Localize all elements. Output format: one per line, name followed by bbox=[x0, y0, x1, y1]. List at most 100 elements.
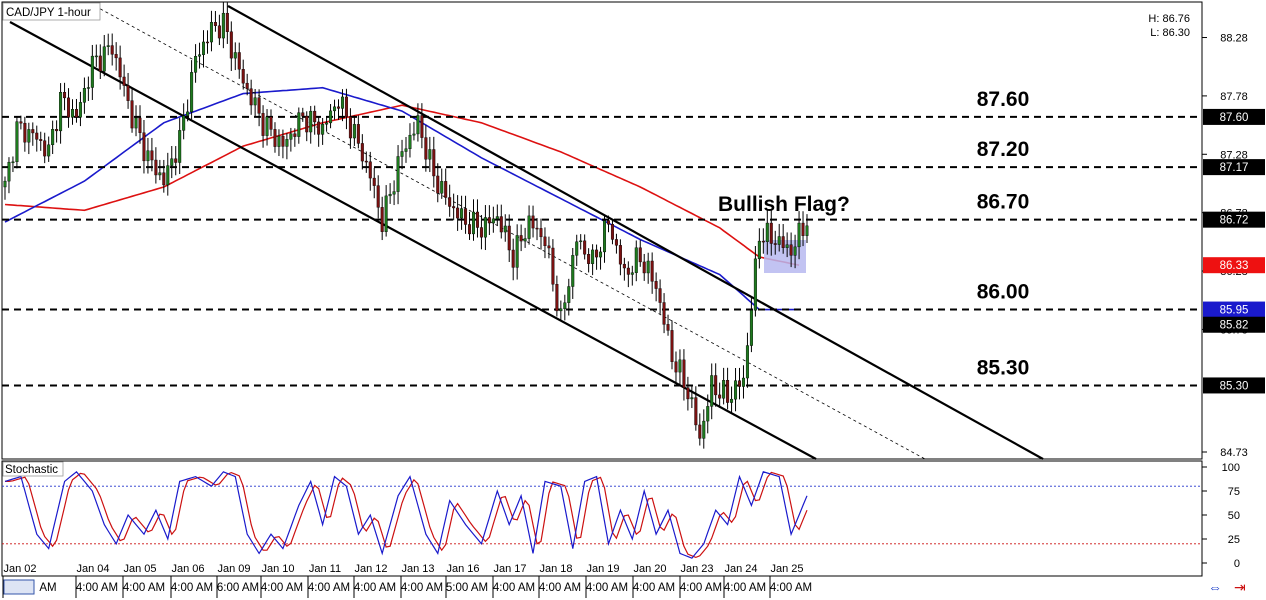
candle-body bbox=[805, 225, 809, 236]
price-tag-0-label: 86.33 bbox=[1220, 260, 1249, 272]
candle-body bbox=[146, 150, 150, 162]
candle-body bbox=[674, 361, 678, 373]
candle-body bbox=[666, 324, 670, 331]
candle-body bbox=[265, 116, 269, 136]
level-tag-0-label: 87.60 bbox=[1220, 112, 1249, 124]
candle-body bbox=[781, 236, 785, 248]
price-tick-label-6: 84.73 bbox=[1220, 447, 1248, 459]
candle-body bbox=[793, 246, 797, 256]
candle-body bbox=[205, 41, 209, 44]
scroll-left-icon[interactable] bbox=[3, 579, 35, 595]
x-date-label-5: Jan 10 bbox=[261, 563, 294, 575]
candle-body bbox=[285, 139, 289, 147]
x-date-label-1: Jan 04 bbox=[76, 563, 109, 575]
candle-body bbox=[39, 139, 43, 141]
candle-body bbox=[567, 286, 571, 303]
candle-body bbox=[261, 113, 265, 136]
candle-body bbox=[142, 132, 146, 162]
x-time-label-8: 4:00 AM bbox=[401, 582, 443, 594]
candle-body bbox=[333, 106, 337, 112]
candle-body bbox=[122, 76, 126, 86]
candle-body bbox=[356, 124, 360, 144]
candle-body bbox=[761, 240, 765, 243]
candle-body bbox=[19, 121, 23, 124]
x-date-label-10: Jan 17 bbox=[493, 563, 526, 575]
candle-body bbox=[102, 46, 106, 72]
candle-body bbox=[789, 244, 793, 256]
candle-body bbox=[43, 140, 47, 157]
candle-body bbox=[59, 92, 63, 132]
candle-body bbox=[483, 217, 487, 238]
candle-body bbox=[11, 161, 15, 164]
candle-body bbox=[547, 245, 551, 249]
candle-body bbox=[610, 223, 614, 240]
candle-body bbox=[730, 398, 734, 403]
candle-body bbox=[468, 224, 472, 235]
candle-body bbox=[408, 134, 412, 150]
candle-body bbox=[27, 129, 31, 143]
candle-body bbox=[428, 149, 432, 160]
scroll-right-icon[interactable]: ⇥ bbox=[1234, 579, 1246, 595]
candle-body bbox=[499, 216, 503, 233]
level-label-1: 87.20 bbox=[977, 138, 1030, 161]
candle-body bbox=[452, 206, 456, 209]
candle-body bbox=[630, 272, 634, 275]
candle-body bbox=[420, 115, 424, 138]
candle-body bbox=[213, 22, 217, 26]
candle-body bbox=[376, 185, 380, 208]
candle-body bbox=[186, 111, 190, 116]
candle-body bbox=[741, 377, 745, 387]
candle-body bbox=[198, 54, 202, 57]
candle-body bbox=[424, 137, 428, 160]
candle-body bbox=[487, 217, 491, 224]
candle-body bbox=[765, 222, 769, 242]
candle-body bbox=[475, 211, 479, 228]
candle-body bbox=[682, 359, 686, 388]
candle-body bbox=[31, 129, 35, 134]
candle-body bbox=[626, 267, 630, 275]
candle-body bbox=[309, 110, 313, 133]
candle-body bbox=[233, 52, 237, 59]
x-time-label-3: 4:00 AM bbox=[171, 582, 213, 594]
stoch-tick-label-2: 50 bbox=[1228, 510, 1240, 522]
x-date-label-11: Jan 18 bbox=[539, 563, 572, 575]
candle-body bbox=[491, 218, 495, 224]
candle-body bbox=[599, 251, 603, 258]
candle-body bbox=[448, 197, 452, 207]
x-time-label-12: 4:00 AM bbox=[586, 582, 628, 594]
candle-body bbox=[710, 375, 714, 407]
x-date-label-3: Jan 06 bbox=[171, 563, 204, 575]
stat-high: H: 86.76 bbox=[1148, 13, 1190, 25]
candle-body bbox=[86, 87, 90, 89]
candle-body bbox=[257, 97, 261, 114]
x-time-label-5: 4:00 AM bbox=[261, 582, 303, 594]
candle-body bbox=[94, 55, 98, 58]
candle-body bbox=[368, 161, 372, 179]
x-date-label-0: Jan 02 bbox=[3, 563, 36, 575]
candle-body bbox=[166, 165, 170, 186]
candle-body bbox=[114, 54, 118, 59]
candle-body bbox=[106, 45, 110, 47]
candle-body bbox=[305, 115, 309, 133]
candle-body bbox=[432, 149, 436, 177]
level-tag-1-label: 87.17 bbox=[1220, 162, 1249, 174]
candle-body bbox=[253, 97, 257, 106]
candle-body bbox=[194, 56, 198, 73]
candle-body bbox=[241, 69, 245, 84]
candle-body bbox=[237, 52, 241, 70]
x-time-label-14: 4:00 AM bbox=[680, 582, 722, 594]
candle-body bbox=[82, 88, 86, 103]
x-date-label-4: Jan 09 bbox=[217, 563, 250, 575]
candle-body bbox=[35, 132, 39, 140]
chart-link-icon[interactable]: ⇔ bbox=[1208, 579, 1222, 595]
candle-body bbox=[269, 116, 273, 130]
candle-body bbox=[515, 235, 519, 268]
candle-body bbox=[749, 309, 753, 346]
x-time-label-2: 4:00 AM bbox=[123, 582, 165, 594]
candle-body bbox=[364, 160, 368, 163]
candle-body bbox=[209, 22, 213, 43]
candle-body bbox=[464, 208, 468, 225]
candle-body bbox=[471, 211, 475, 235]
candle-body bbox=[372, 177, 376, 186]
stoch-tick-label-4: 0 bbox=[1234, 558, 1240, 570]
